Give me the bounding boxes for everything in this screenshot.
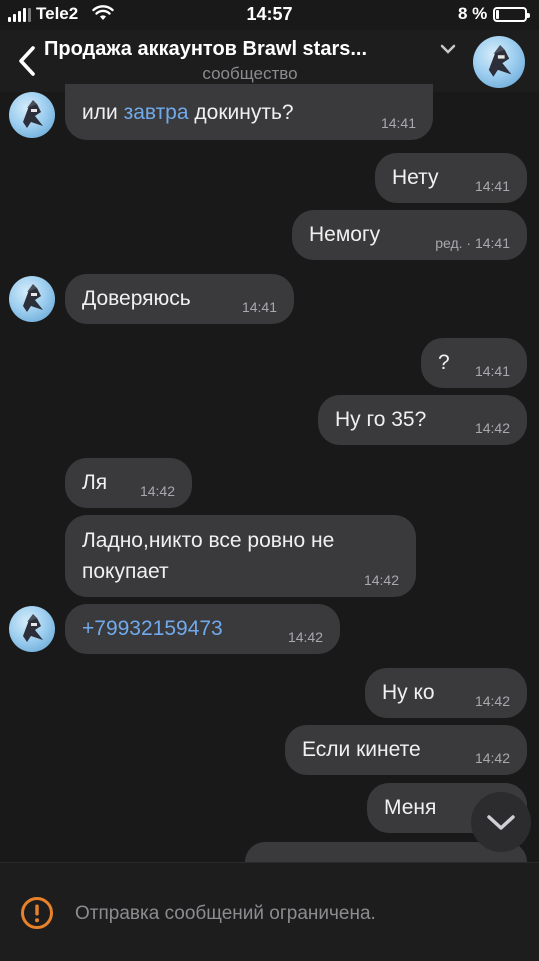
message-time: 14:41	[241, 299, 277, 315]
chat-header: Продажа аккаунтов Brawl stars... сообщес…	[0, 30, 539, 92]
message-time: 14:42	[474, 420, 510, 436]
message-text: Нету	[392, 166, 439, 189]
warning-icon	[20, 896, 54, 930]
message-text: Доверяюсь	[82, 287, 191, 310]
message-link[interactable]: завтра	[124, 101, 189, 124]
message-text: Ля	[82, 471, 108, 494]
message-time: 14:41	[474, 178, 510, 194]
message-text: или завтра докинуть?	[82, 101, 294, 125]
phone-link[interactable]: +79932159473	[82, 617, 223, 641]
message-bubble-outgoing[interactable]: Если кинете 14:42	[285, 725, 527, 775]
message-time: 14:42	[474, 693, 510, 709]
message-text: Ну ко	[382, 681, 435, 704]
edited-label: ред. ·	[435, 235, 475, 251]
restriction-notice: Отправка сообщений ограничена.	[75, 903, 376, 924]
message-time: 14:42	[474, 750, 510, 766]
sender-avatar[interactable]	[9, 92, 55, 138]
message-time: 14:42	[287, 629, 323, 645]
message-text: Ну го 35?	[335, 408, 427, 431]
chevron-down-icon[interactable]	[440, 42, 456, 60]
message-time: 14:41	[380, 115, 416, 131]
message-time: 14:42	[139, 483, 175, 499]
message-time: 14:41	[474, 363, 510, 379]
sender-avatar[interactable]	[9, 606, 55, 652]
message-text: Ладно,никто все ровно не покупает	[82, 529, 335, 583]
battery-icon	[493, 7, 530, 22]
chat-title[interactable]: Продажа аккаунтов Brawl stars...	[44, 38, 444, 61]
message-text-part: или	[82, 101, 124, 124]
message-text: Меня	[384, 796, 437, 819]
message-text: Немогу	[309, 223, 381, 246]
message-time-value: 14:41	[474, 235, 510, 251]
scroll-down-button[interactable]	[471, 792, 531, 852]
message-bubble-outgoing[interactable]: ? 14:41	[421, 338, 527, 388]
message-bubble-outgoing[interactable]: Немогу ред. · 14:41	[292, 210, 527, 260]
message-time: 14:42	[363, 572, 399, 588]
chat-subtitle: сообщество	[202, 64, 298, 83]
chevron-down-icon	[487, 815, 515, 830]
message-bubble-outgoing[interactable]: Нету 14:41	[375, 153, 527, 203]
message-bubble-incoming[interactable]: Ля 14:42	[65, 458, 192, 508]
status-bar: Tele2 14:57 8 %	[0, 0, 539, 30]
battery-percent: 8 %	[458, 4, 488, 23]
community-avatar[interactable]	[473, 36, 525, 88]
message-text-part: докинуть?	[188, 101, 294, 124]
message-text: Если кинете	[302, 738, 421, 761]
message-bubble-outgoing[interactable]: Ну ко 14:42	[365, 668, 527, 718]
message-text: ?	[438, 351, 450, 374]
message-bubble-incoming[interactable]: Доверяюсь 14:41	[65, 274, 294, 324]
message-bubble-incoming[interactable]: или завтра докинуть? 14:41	[65, 84, 433, 140]
sender-avatar[interactable]	[9, 276, 55, 322]
composer-restricted-bar: Отправка сообщений ограничена.	[0, 862, 539, 961]
message-time: ред. · 14:41	[435, 235, 510, 251]
message-bubble-incoming[interactable]: Ладно,никто все ровно не покупает 14:42	[65, 515, 416, 597]
message-bubble-outgoing[interactable]: Ну го 35? 14:42	[318, 395, 527, 445]
message-bubble-incoming[interactable]: +79932159473 14:42	[65, 604, 340, 654]
